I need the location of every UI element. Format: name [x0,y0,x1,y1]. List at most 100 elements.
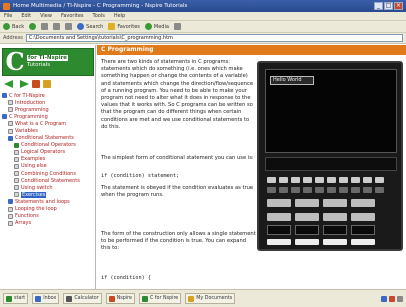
calculator-icon [66,295,73,302]
emulator-touchpad[interactable] [265,157,397,171]
tree-item[interactable]: Conditional Statements [2,177,94,184]
calc-soft-key[interactable] [295,199,319,207]
network-icon[interactable] [381,295,387,302]
minimize-button[interactable]: _ [374,2,383,10]
menu-view[interactable]: View [40,13,52,19]
taskbar-item-nspire[interactable]: Nspire [105,293,135,304]
next-page-arrow-icon[interactable] [18,80,29,88]
tree-item[interactable]: Conditional Operators [2,142,94,149]
calc-key[interactable] [303,177,312,183]
media-button[interactable]: Media [144,23,169,30]
calc-display-key[interactable] [351,225,375,235]
calc-key[interactable] [327,187,336,193]
calc-soft-key[interactable] [323,199,347,207]
calc-key[interactable] [375,177,384,183]
calc-key[interactable] [375,187,384,193]
tree-item[interactable]: Exercises [2,191,94,198]
calc-key[interactable] [339,177,348,183]
calc-soft-key[interactable] [267,199,291,207]
tree-item[interactable]: C Programming [2,113,94,120]
tree-item[interactable]: Arrays [2,220,94,227]
taskbar-item-documents[interactable]: My Documents [185,293,236,304]
page-icon [14,156,19,162]
calc-display-key[interactable] [323,225,347,235]
start-button[interactable]: start [3,293,29,304]
book-icon [2,93,7,99]
calc-key[interactable] [351,187,360,193]
calc-soft-key[interactable] [295,213,319,221]
security-icon[interactable] [389,295,395,302]
tree-item[interactable]: Introduction [2,99,94,106]
tree-item[interactable]: Combining Conditions [2,170,94,177]
calc-key[interactable] [351,239,375,245]
menu-favorites[interactable]: Favorites [61,13,84,19]
calc-key[interactable] [315,177,324,183]
calc-key[interactable] [327,177,336,183]
tree-item[interactable]: Examples [2,156,94,163]
refresh-button[interactable] [53,23,61,30]
index-icon[interactable] [43,80,51,88]
tree-item[interactable]: Statements and loops [2,198,94,205]
calc-key[interactable] [267,239,291,245]
page-icon [8,220,13,226]
tree-item[interactable]: Conditional Statements [2,135,94,142]
tree-item[interactable]: Looping the loop [2,206,94,213]
tree-item[interactable]: Functions [2,213,94,220]
tree-item[interactable]: Using switch [2,184,94,191]
calc-key[interactable] [339,187,348,193]
calc-key[interactable] [363,187,372,193]
stop-button[interactable] [41,23,49,30]
menu-edit[interactable]: Edit [21,13,31,19]
tree-item-label: Functions [15,213,39,220]
calc-key[interactable] [267,177,276,183]
media-icon [144,23,152,30]
calc-key[interactable] [291,177,300,183]
calc-key[interactable] [303,187,312,193]
menu-file[interactable]: File [4,13,12,19]
calc-key[interactable] [295,239,319,245]
tree-item[interactable]: What is a C Program [2,120,94,127]
calc-key[interactable] [291,187,300,193]
taskbar-item-calculator[interactable]: Calculator [63,293,102,304]
calc-key[interactable] [315,187,324,193]
page-icon [8,128,13,134]
back-button[interactable]: Back [3,23,24,30]
favorites-button[interactable]: Favorites [108,23,140,30]
volume-icon[interactable] [397,295,403,302]
calc-key[interactable] [279,177,288,183]
content-header: C Programming [97,45,406,55]
title-bar: Home Multimedia / TI-Nspire - C Programm… [0,0,406,12]
calc-soft-key[interactable] [351,213,375,221]
calc-soft-key[interactable] [323,213,347,221]
calc-key[interactable] [363,177,372,183]
address-input[interactable]: C:\Documents and Settings\tutorials\C_pr… [25,34,403,42]
forward-button[interactable] [29,23,37,30]
calc-key[interactable] [279,187,288,193]
home-button[interactable] [65,23,73,30]
tree-item[interactable]: Using else [2,163,94,170]
maximize-button[interactable]: □ [384,2,393,10]
previous-page-arrow-icon[interactable] [4,80,15,88]
menu-tools[interactable]: Tools [93,13,105,19]
close-button[interactable]: × [394,2,403,10]
tree-item-label: Logical Operators [21,149,66,156]
calc-soft-key[interactable] [351,199,375,207]
calc-key[interactable] [323,239,347,245]
tree-item[interactable]: Logical Operators [2,149,94,156]
emulator-input-field: Hello World [270,76,314,85]
calc-key[interactable] [267,187,276,193]
tree-item[interactable]: C for TI-Nspire [2,92,94,99]
taskbar-item-inbox[interactable]: Inbox [32,293,60,304]
tree-item[interactable]: Variables [2,127,94,134]
tree-item[interactable]: Programming [2,106,94,113]
history-button[interactable] [173,23,181,30]
calc-display-key[interactable] [295,225,319,235]
search-button[interactable]: Search [77,23,103,30]
taskbar-item-c-for-nspire[interactable]: C for Nspire [138,293,182,304]
menu-help[interactable]: Help [114,13,125,19]
calculator-emulator[interactable]: Hello World [257,61,403,251]
home-page-icon[interactable] [32,80,40,88]
calc-display-key[interactable] [267,225,291,235]
calc-key[interactable] [351,177,360,183]
calc-soft-key[interactable] [267,213,291,221]
